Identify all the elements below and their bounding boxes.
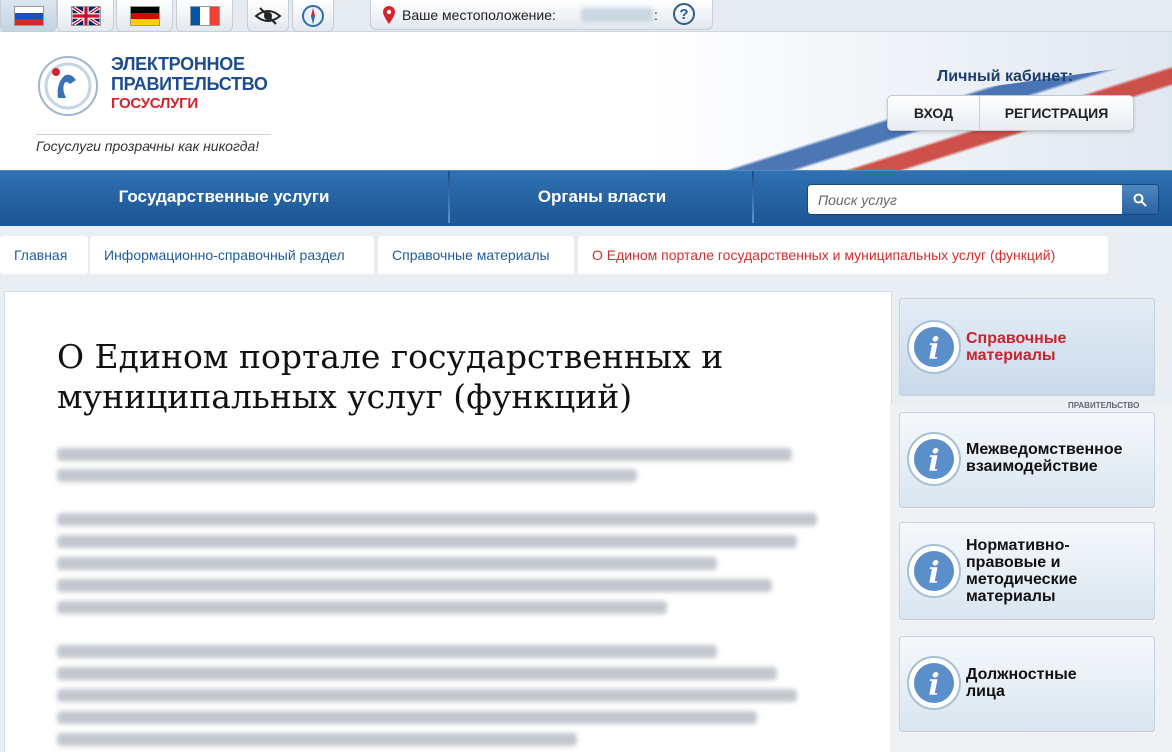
nav-divider: [752, 171, 754, 223]
location-value[interactable]: [581, 8, 653, 22]
gosuslugi-logo-icon[interactable]: [36, 54, 100, 118]
sidebar-item-label: Справочные материалы: [966, 330, 1067, 364]
sidebar-item-regulatory[interactable]: i Нормативно-правовые и методические мат…: [899, 522, 1155, 620]
nav-divider: [448, 171, 450, 223]
login-button[interactable]: ВХОД: [888, 96, 980, 130]
location-selector[interactable]: Ваше местоположение: : ?: [370, 0, 713, 30]
top-utility-bar: Ваше местоположение: : ?: [0, 0, 1172, 32]
blurred-text: [57, 711, 757, 724]
ru-flag-icon: [13, 5, 44, 26]
blurred-text: [57, 513, 817, 526]
blurred-text: [57, 601, 667, 614]
search-button[interactable]: [1122, 185, 1158, 214]
map-compass-button[interactable]: [292, 0, 334, 32]
accessibility-eye-icon: [254, 6, 282, 25]
blurred-text: [57, 733, 577, 746]
fr-flag-icon: [189, 5, 220, 26]
breadcrumb-home[interactable]: Главная: [0, 236, 88, 274]
language-english-button[interactable]: [57, 0, 114, 32]
search-input[interactable]: [808, 185, 1122, 214]
sidebar-item-interagency[interactable]: i Межведомственное взаимодействие: [899, 412, 1155, 508]
logo-text-line1: ЭЛЕКТРОННОЕ: [111, 54, 245, 74]
breadcrumb-reference-materials[interactable]: Справочные материалы: [378, 236, 574, 274]
blurred-text: [57, 557, 717, 570]
gb-flag-icon: [70, 5, 101, 26]
logo-text-line2: ПРАВИТЕЛЬСТВО: [111, 74, 268, 94]
blurred-text: [57, 667, 777, 680]
main-content: О Едином портале государственных и муниц…: [4, 291, 892, 752]
svg-text:i: i: [928, 668, 939, 703]
svg-text:i: i: [928, 444, 939, 479]
de-flag-icon: [129, 5, 160, 26]
location-colon: :: [654, 7, 658, 23]
breadcrumb-info-section[interactable]: Информационно-справочный раздел: [90, 236, 374, 274]
nav-authorities[interactable]: Органы власти: [452, 171, 752, 223]
location-label: Ваше местоположение:: [402, 7, 556, 23]
logo-text-line3: ГОСУСЛУГИ: [111, 95, 198, 112]
svg-text:i: i: [928, 332, 939, 367]
blurred-text: [57, 469, 637, 482]
compass-icon: [302, 4, 324, 27]
breadcrumb-current: О Едином портале государственных и муниц…: [578, 236, 1108, 274]
page-title: О Едином портале государственных и муниц…: [57, 337, 724, 416]
info-icon: i: [907, 656, 961, 710]
blurred-text: [57, 645, 717, 658]
sidebar-item-officials[interactable]: i Должностные лица: [899, 636, 1155, 732]
language-german-button[interactable]: [116, 0, 173, 32]
nav-government-services[interactable]: Государственные услуги: [0, 171, 448, 223]
register-button[interactable]: РЕГИСТРАЦИЯ: [980, 96, 1133, 130]
main-nav: Государственные услуги Органы власти: [0, 170, 1172, 226]
info-icon: i: [907, 432, 961, 486]
location-pin-icon: [383, 6, 395, 24]
sidebar-item-label: Нормативно-правовые и методические матер…: [966, 537, 1078, 605]
sidebar-item-reference-materials[interactable]: i Справочные материалы: [899, 298, 1155, 396]
blurred-text: [57, 579, 772, 592]
search-box: [807, 184, 1159, 215]
info-icon: i: [907, 320, 961, 374]
blurred-text: [57, 448, 792, 461]
site-slogan: Госуслуги прозрачны как никогда!: [36, 134, 271, 154]
sidebar-item-label: Должностные лица: [966, 666, 1077, 700]
language-french-button[interactable]: [176, 0, 233, 32]
sidebar-item-label: Межведомственное взаимодействие: [966, 441, 1123, 475]
svg-text:i: i: [928, 556, 939, 591]
site-header: ЭЛЕКТРОННОЕ ПРАВИТЕЛЬСТВО ГОСУСЛУГИ Госу…: [0, 32, 1172, 170]
info-icon: i: [907, 544, 961, 598]
language-russian-button[interactable]: [0, 0, 57, 32]
help-icon[interactable]: ?: [673, 3, 695, 25]
auth-buttons: ВХОД РЕГИСТРАЦИЯ: [887, 95, 1134, 131]
search-icon: [1133, 193, 1147, 207]
sidebar-small-text: ПРАВИТЕЛЬСТВО: [1068, 401, 1140, 410]
blurred-text: [57, 689, 797, 702]
accessibility-button[interactable]: [247, 0, 289, 32]
personal-cabinet-title: Личный кабинет:: [937, 68, 1074, 85]
blurred-text: [57, 535, 797, 548]
breadcrumb: Главная Информационно-справочный раздел …: [0, 236, 1172, 274]
